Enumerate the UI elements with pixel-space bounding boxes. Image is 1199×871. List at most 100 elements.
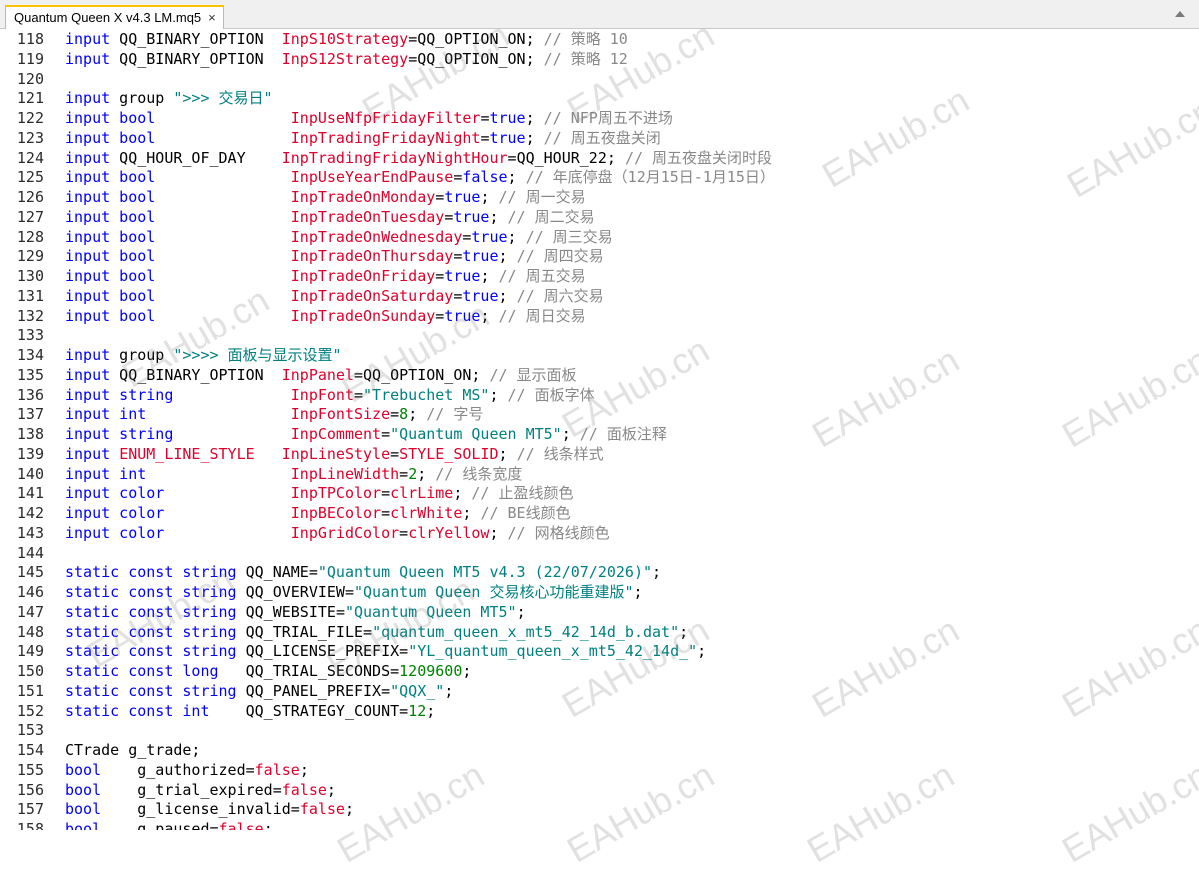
code-token: // 策略 10 (543, 30, 628, 48)
code-line[interactable]: 132 input bool InpTradeOnSunday=true; // … (0, 306, 1199, 326)
code-token: = (308, 563, 318, 582)
code-token: "YL_quantum_queen_x_mt5_42_14d_" (408, 642, 698, 661)
file-tab[interactable]: Quantum Queen X v4.3 LM.mq5 × (5, 5, 224, 29)
code-token: // 网格线颜色 (507, 523, 610, 542)
code-token: InpLineStyle (281, 444, 391, 463)
code-line[interactable]: 126 input bool InpTradeOnMonday=true; // … (0, 187, 1199, 207)
code-line[interactable]: 133 (0, 325, 1199, 345)
code-token: InpTradingFridayNightHour (281, 148, 508, 167)
code-token: input color (65, 523, 165, 542)
code-token: InpTradeOnTuesday (290, 207, 445, 226)
code-line[interactable]: 128 input bool InpTradeOnWednesday=true; … (0, 227, 1199, 247)
code-line[interactable]: 135 input QQ_BINARY_OPTION InpPanel=QQ_OP… (0, 365, 1199, 385)
code-line[interactable]: 119 input QQ_BINARY_OPTION InpS12Strategy… (0, 49, 1199, 69)
code-line[interactable]: 152 static const int QQ_STRATEGY_COUNT=12… (0, 701, 1199, 721)
code-line[interactable]: 138 input string InpComment="Quantum Quee… (0, 424, 1199, 444)
code-token: true (462, 286, 499, 305)
line-code: input bool InpUseNfpFridayFilter=true; /… (65, 108, 673, 128)
code-token: static const string (65, 622, 237, 641)
code-token: = (335, 602, 345, 621)
code-line[interactable]: 156 bool g_trial_expired=false; (0, 780, 1199, 800)
code-token: input (65, 365, 111, 384)
code-line[interactable]: 145 static const string QQ_NAME="Quantum … (0, 562, 1199, 582)
code-line[interactable]: 123 input bool InpTradingFridayNight=true… (0, 128, 1199, 148)
code-line[interactable]: 149 static const string QQ_LICENSE_PREFIX… (0, 641, 1199, 661)
code-line[interactable]: 142 input color InpBEColor=clrWhite; // B… (0, 503, 1199, 523)
code-line[interactable]: 140 input int InpLineWidth=2; // 线条宽度 (0, 464, 1199, 484)
code-token: = (507, 148, 517, 167)
code-token: // 字号 (426, 405, 484, 424)
scroll-up-icon[interactable] (1173, 9, 1187, 19)
code-token: // 周五夜盘关闭时段 (624, 148, 773, 167)
code-token: = (363, 622, 373, 641)
code-token: InpTradeOnFriday (290, 267, 436, 285)
code-token: "quantum_queen_x_mt5_42_14d_b.dat" (372, 622, 680, 641)
code-line[interactable]: 121 input group ">>> 交易日" (0, 88, 1199, 108)
close-icon[interactable]: × (207, 10, 217, 25)
code-token: InpTPColor (290, 484, 382, 503)
code-line[interactable]: 143 input color InpGridColor=clrYellow; /… (0, 523, 1199, 543)
code-token: // 周日交易 (498, 306, 586, 325)
code-token: ; (633, 583, 643, 601)
code-token: input color (65, 504, 165, 522)
line-code: static const string QQ_OVERVIEW="Quantum… (65, 582, 643, 602)
code-token: ; (471, 365, 490, 384)
code-token: input bool (65, 128, 156, 147)
tab-bar: Quantum Queen X v4.3 LM.mq5 × (0, 0, 1199, 29)
line-number: 125 (16, 168, 44, 187)
code-line[interactable]: 118 input QQ_BINARY_OPTION InpS10Strategy… (0, 29, 1199, 49)
code-line[interactable]: 153 (0, 720, 1199, 740)
code-line[interactable]: 129 input bool InpTradeOnThursday=true; /… (0, 246, 1199, 266)
line-code: input QQ_HOUR_OF_DAY InpTradingFridayNig… (65, 148, 772, 168)
code-token: QQ_BINARY_OPTION (110, 30, 282, 48)
code-line[interactable]: 130 input bool InpTradeOnFriday=true; // … (0, 266, 1199, 286)
code-line[interactable]: 136 input string InpFont="Trebuchet MS"; … (0, 385, 1199, 405)
code-line[interactable]: 139 input ENUM_LINE_STYLE InpLineStyle=ST… (0, 444, 1199, 464)
code-line[interactable]: 120 (0, 69, 1199, 89)
code-line[interactable]: 146 static const string QQ_OVERVIEW="Quan… (0, 582, 1199, 602)
code-token: bool (65, 780, 102, 799)
code-line[interactable]: 154 CTrade g_trade; (0, 740, 1199, 760)
code-line[interactable]: 144 (0, 543, 1199, 563)
line-number: 137 (16, 405, 44, 424)
code-token: "Quantum Queen MT5" (344, 602, 517, 621)
code-line[interactable]: 141 input color InpTPColor=clrLime; // 止盈… (0, 483, 1199, 503)
code-line[interactable]: 157 bool g_license_invalid=false; (0, 799, 1199, 819)
code-line[interactable]: 125 input bool InpUseYearEndPause=false; … (0, 167, 1199, 187)
code-token: InpTradingFridayNight (290, 128, 481, 147)
code-token: ; (507, 168, 526, 187)
code-line[interactable]: 151 static const string QQ_PANEL_PREFIX="… (0, 681, 1199, 701)
code-token: = (399, 701, 409, 720)
code-token: input bool (65, 247, 156, 266)
line-code: input bool InpTradeOnWednesday=true; // … (65, 227, 613, 247)
code-line[interactable]: 127 input bool InpTradeOnTuesday=true; //… (0, 207, 1199, 227)
code-line[interactable]: 131 input bool InpTradeOnSaturday=true; /… (0, 286, 1199, 306)
code-editor[interactable]: 118 input QQ_BINARY_OPTION InpS10Strategy… (0, 29, 1199, 830)
code-line[interactable]: 134 input group ">>>> 面板与显示设置" (0, 345, 1199, 365)
code-token: input (65, 148, 111, 167)
code-line[interactable]: 155 bool g_authorized=false; (0, 760, 1199, 780)
code-token: g_license_invalid (101, 800, 291, 819)
code-line[interactable]: 137 input int InpFontSize=8; // 字号 (0, 404, 1199, 424)
code-line[interactable]: 148 static const string QQ_TRIAL_FILE="qu… (0, 622, 1199, 642)
code-line[interactable]: 158 bool g_paused=false; (0, 819, 1199, 830)
code-line[interactable]: 147 static const string QQ_WEBSITE="Quant… (0, 602, 1199, 622)
line-number: 133 (16, 326, 44, 345)
line-number: 149 (16, 642, 44, 661)
code-token: input string (65, 385, 174, 404)
code-token: InpTradeOnSunday (290, 306, 436, 325)
code-token: clrLime (390, 484, 454, 503)
code-token: = (381, 484, 391, 503)
code-line[interactable]: 122 input bool InpUseNfpFridayFilter=true… (0, 108, 1199, 128)
code-token: ; (453, 484, 472, 503)
code-line[interactable]: 124 input QQ_HOUR_OF_DAY InpTradingFriday… (0, 148, 1199, 168)
code-token: false (462, 168, 508, 187)
line-number: 122 (16, 109, 44, 127)
line-code: input color InpGridColor=clrYellow; // 网… (65, 523, 610, 543)
code-line[interactable]: 150 static const long QQ_TRIAL_SECONDS=12… (0, 661, 1199, 681)
